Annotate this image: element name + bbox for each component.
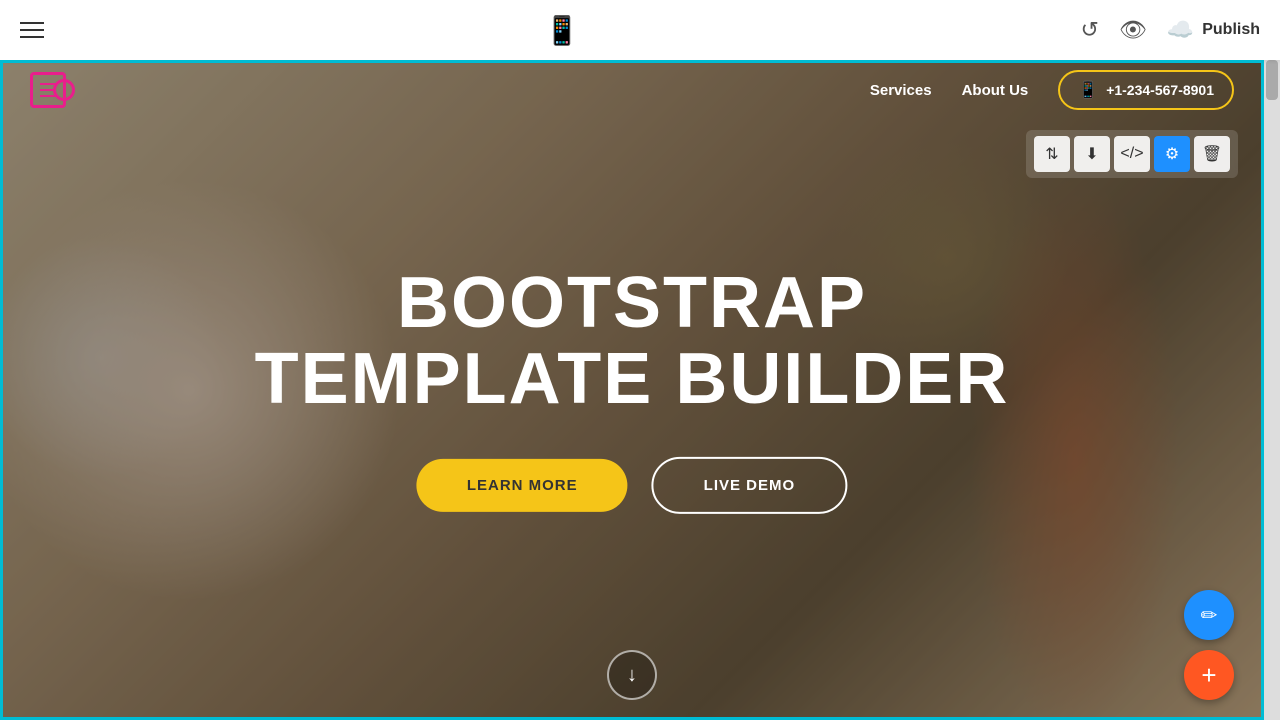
cloud-upload-icon: ☁️ [1167, 17, 1194, 43]
live-demo-button[interactable]: LIVE DEMO [652, 457, 848, 514]
hero-title-line1: BOOTSTRAP [397, 263, 867, 343]
edit-icon: ✏ [1201, 603, 1218, 628]
toolbar-center: 📱 [545, 14, 580, 47]
download-tool-button[interactable]: ⬇ [1074, 136, 1110, 172]
phone-icon: 📱 [1078, 80, 1098, 100]
nav-links: Services About Us 📱 +1-234-567-8901 [870, 70, 1234, 110]
add-icon: + [1201, 660, 1216, 691]
toolbar-left [20, 22, 44, 38]
move-tool-button[interactable]: ⇅ [1034, 136, 1070, 172]
phone-button[interactable]: 📱 +1-234-567-8901 [1058, 70, 1234, 110]
undo-button[interactable]: ↺ [1080, 17, 1098, 43]
logo-lines [36, 79, 60, 101]
website-preview: Services About Us 📱 +1-234-567-8901 ⇅ ⬇ … [0, 60, 1264, 720]
hero-title: BOOTSTRAP TEMPLATE BUILDER [126, 266, 1137, 417]
scrollbar[interactable] [1264, 60, 1280, 720]
menu-button[interactable] [20, 22, 44, 38]
hero-content: BOOTSTRAP TEMPLATE BUILDER LEARN MORE LI… [126, 266, 1137, 514]
edit-fab-button[interactable]: ✏ [1184, 590, 1234, 640]
settings-tool-button[interactable]: ⚙ [1154, 136, 1190, 172]
logo-icon [30, 72, 66, 108]
hero-title-line2: TEMPLATE BUILDER [255, 339, 1010, 419]
fab-container: ✏ + [1184, 590, 1234, 700]
hero-buttons: LEARN MORE LIVE DEMO [126, 457, 1137, 514]
scrollbar-thumb[interactable] [1266, 60, 1278, 100]
publish-label: Publish [1202, 21, 1260, 39]
canvas-area: Services About Us 📱 +1-234-567-8901 ⇅ ⬇ … [0, 60, 1280, 720]
scroll-down-button[interactable]: ↓ [607, 650, 657, 700]
nav-link-about[interactable]: About Us [962, 82, 1029, 99]
nav-link-services[interactable]: Services [870, 82, 932, 99]
top-toolbar: 📱 ↺ 👁 ☁️ Publish [0, 0, 1280, 60]
mobile-preview-icon[interactable]: 📱 [545, 14, 580, 47]
preview-button[interactable]: 👁 [1119, 17, 1147, 43]
delete-tool-button[interactable]: 🗑 [1194, 136, 1230, 172]
section-toolbar: ⇅ ⬇ </> ⚙ 🗑 [1026, 130, 1238, 178]
toolbar-right: ↺ 👁 ☁️ Publish [1080, 17, 1260, 43]
add-fab-button[interactable]: + [1184, 650, 1234, 700]
phone-number: +1-234-567-8901 [1106, 82, 1214, 98]
arrow-down-icon: ↓ [627, 664, 637, 687]
preview-navbar: Services About Us 📱 +1-234-567-8901 [0, 60, 1264, 120]
learn-more-button[interactable]: LEARN MORE [417, 459, 628, 512]
code-tool-button[interactable]: </> [1114, 136, 1150, 172]
site-logo [30, 72, 66, 108]
publish-button[interactable]: ☁️ Publish [1167, 17, 1260, 43]
